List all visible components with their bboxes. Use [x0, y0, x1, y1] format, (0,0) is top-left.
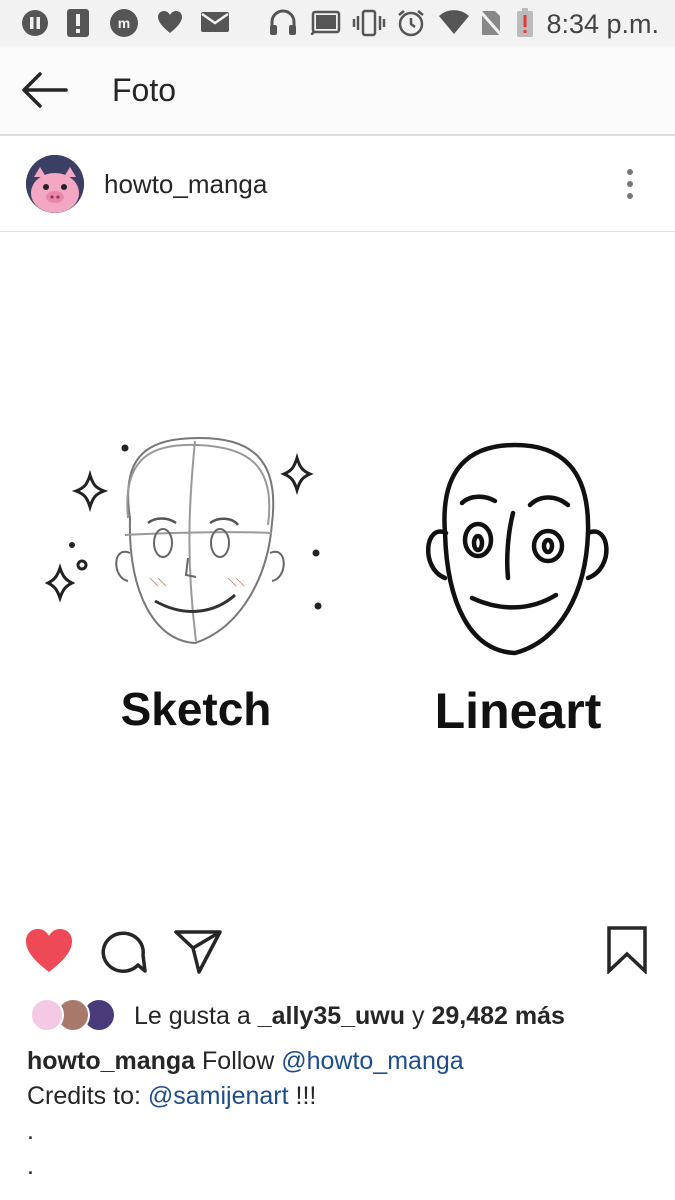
- post-actions: [0, 908, 675, 996]
- headphones-icon: [270, 9, 296, 35]
- caption-dot: .: [27, 1152, 34, 1180]
- status-time: 8:34 p.m.: [546, 9, 659, 39]
- no-sim-icon: [478, 10, 504, 37]
- pause-circle-icon: [22, 10, 48, 36]
- likes-row[interactable]: Le gusta a _ally35_uwu y 29,482 más: [30, 996, 670, 1036]
- post-username[interactable]: howto_manga: [104, 169, 267, 200]
- heart-notification-icon: [158, 11, 182, 33]
- caption-mention-link[interactable]: @samijenart: [148, 1082, 289, 1110]
- arrow-left-icon[interactable]: [20, 70, 70, 110]
- app-bar: Foto: [0, 46, 675, 136]
- likes-user[interactable]: _ally35_uwu: [258, 1002, 405, 1030]
- sketch-label: Sketch: [121, 683, 272, 735]
- caption-line-2: Credits to: @samijenart !!!: [27, 1079, 657, 1114]
- alert-icon: [67, 9, 89, 37]
- messenger-icon: m: [110, 9, 138, 37]
- caption-dot: .: [27, 1117, 34, 1145]
- caption-text: !!!: [288, 1082, 317, 1110]
- page-title: Foto: [112, 72, 177, 108]
- send-icon[interactable]: [173, 928, 223, 974]
- caption-username[interactable]: howto_manga: [27, 1047, 195, 1075]
- mail-icon: [201, 12, 229, 32]
- pig-avatar-icon: [26, 155, 84, 213]
- caption-text: Follow: [195, 1047, 282, 1075]
- post-header: howto_manga: [0, 136, 675, 232]
- post-caption: howto_manga Follow @howto_manga Credits …: [27, 1044, 657, 1184]
- status-bar: m 8:34 p.m.: [0, 0, 675, 46]
- heart-filled-icon[interactable]: [24, 928, 74, 974]
- vibrate-icon: [352, 9, 386, 37]
- sketch-face-drawing: [115, 436, 285, 645]
- liker-avatar: [30, 998, 64, 1032]
- caption-line-1: howto_manga Follow @howto_manga: [27, 1044, 657, 1079]
- post-image[interactable]: Sketch Lineart: [0, 233, 675, 908]
- lineart-label: Lineart: [435, 683, 602, 739]
- comment-icon[interactable]: [100, 929, 148, 975]
- caption-text: Credits to:: [27, 1082, 148, 1110]
- likes-count[interactable]: 29,482 más: [431, 1002, 564, 1030]
- bookmark-icon[interactable]: [606, 926, 648, 974]
- likes-text: Le gusta a _ally35_uwu y 29,482 más: [134, 1002, 565, 1031]
- dots-decoration: [69, 444, 322, 610]
- avatar[interactable]: [26, 155, 84, 213]
- battery-low-icon: [517, 8, 533, 37]
- more-vertical-icon[interactable]: [620, 166, 640, 206]
- caption-mention-link[interactable]: @howto_manga: [281, 1047, 463, 1075]
- svg-text:m: m: [118, 15, 130, 31]
- sketch-vs-lineart-illustration: Sketch Lineart: [44, 436, 609, 739]
- likes-middle: y: [405, 1002, 432, 1030]
- lineart-face-drawing: [426, 442, 609, 656]
- cast-icon: [310, 10, 341, 36]
- alarm-icon: [398, 10, 424, 37]
- wifi-icon: [439, 10, 469, 35]
- likes-prefix: Le gusta a: [134, 1002, 258, 1030]
